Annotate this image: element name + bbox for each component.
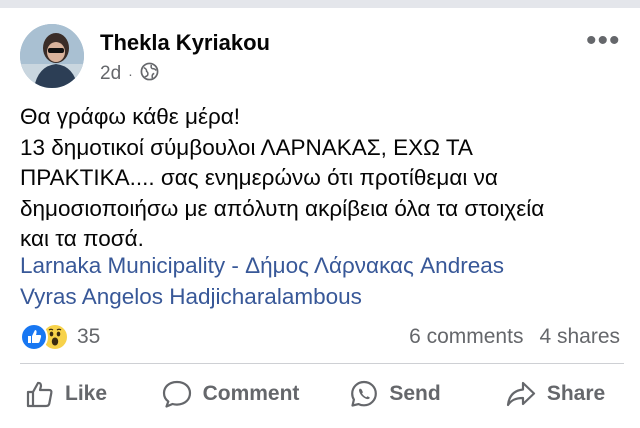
- globe-icon[interactable]: [140, 62, 159, 87]
- post-body: Θα γράφω κάθε μέρα! 13 δημοτικοί σύμβουλ…: [20, 102, 624, 255]
- reaction-count: 35: [77, 325, 101, 348]
- post-timestamp[interactable]: 2d: [100, 63, 121, 85]
- share-button[interactable]: Share: [470, 372, 640, 416]
- author-name[interactable]: Thekla Kyriakou: [100, 30, 270, 56]
- post-text-line: Θα γράφω κάθε μέρα!: [20, 104, 241, 129]
- avatar-photo: [20, 24, 84, 88]
- reactions-summary[interactable]: 35: [20, 322, 100, 352]
- share-arrow-icon: [505, 379, 537, 409]
- comments-count[interactable]: 6 comments: [409, 325, 523, 349]
- tag-angelos-hadjicharalambous[interactable]: Angelos Hadjicharalambous: [82, 284, 362, 309]
- more-options-button[interactable]: •••: [586, 26, 621, 56]
- send-label: Send: [389, 382, 441, 405]
- top-divider: [0, 0, 640, 8]
- post-meta: 2d ·: [100, 62, 159, 86]
- post-text-line: ΠΡΑΚΤΙΚΑ.... σας ενημερώνω ότι προτίθεμα…: [20, 165, 498, 190]
- tag-andreas-vyras-first[interactable]: Andreas: [420, 253, 504, 278]
- post-text-line: 13 δημοτικοί σύμβουλοι ΛΑΡΝΑΚΑΣ, ΕΧΩ ΤΑ: [20, 134, 473, 160]
- tag-larnaka-municipality[interactable]: Larnaka Municipality - Δήμος Λάρνακας: [20, 253, 414, 278]
- shares-count[interactable]: 4 shares: [539, 325, 620, 349]
- post-text-line: και τα ποσά.: [20, 226, 144, 251]
- tag-andreas-vyras-second[interactable]: Vyras: [20, 284, 77, 309]
- whatsapp-icon: [349, 379, 379, 409]
- like-label: Like: [65, 382, 108, 405]
- actions-divider: [20, 363, 624, 364]
- tagged-people: Larnaka Municipality - Δήμος Λάρνακας An…: [20, 251, 624, 312]
- meta-separator: ·: [128, 66, 133, 82]
- thumbs-up-icon: [25, 379, 55, 409]
- author-avatar[interactable]: [20, 24, 84, 88]
- like-button[interactable]: Like: [0, 372, 140, 416]
- comment-bubble-icon: [161, 379, 193, 409]
- comment-button[interactable]: Comment: [140, 372, 320, 416]
- tags-line: Larnaka Municipality - Δήμος Λάρνακας An…: [20, 251, 624, 282]
- engagement-counts: 6 comments 4 shares: [409, 325, 620, 349]
- send-button[interactable]: Send: [320, 372, 470, 416]
- comment-label: Comment: [202, 382, 300, 405]
- post-text-line: δημοσιοποιήσω με απόλυτη ακρίβεια όλα τα…: [20, 195, 545, 221]
- tags-line: Vyras Angelos Hadjicharalambous: [20, 282, 624, 313]
- share-label: Share: [546, 382, 606, 405]
- like-reaction-icon: [20, 323, 48, 351]
- action-bar: Like Comment Send Share: [0, 372, 640, 416]
